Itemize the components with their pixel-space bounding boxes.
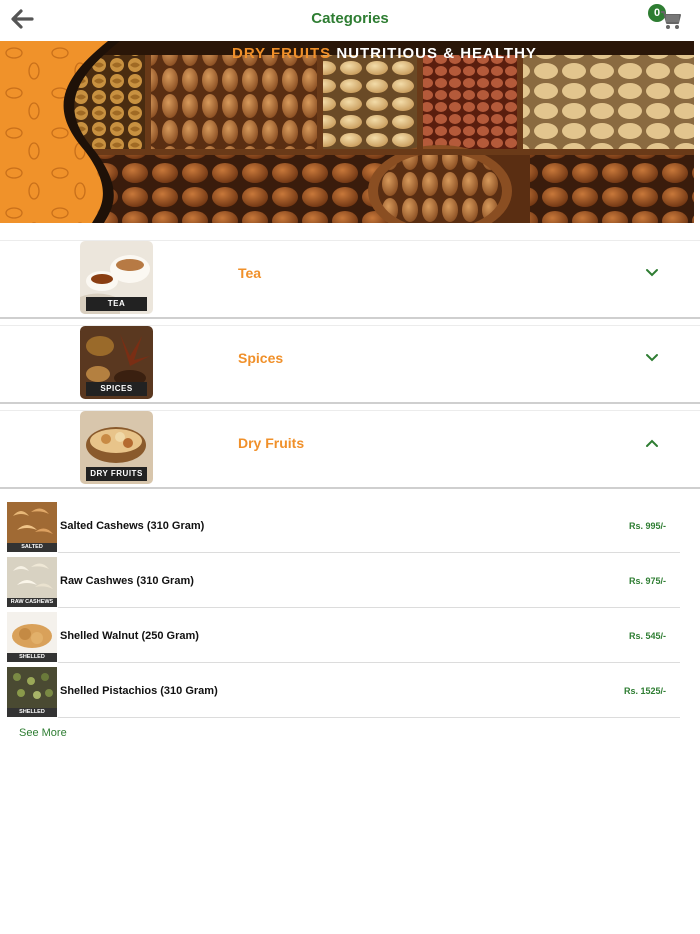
product-row[interactable]: SALTED CASHEWS Salted Cashews (310 Gram)… xyxy=(0,499,700,554)
product-thumb-label: SHELLED WALNUTS xyxy=(7,653,57,662)
banner-caption: DRY FRUITS NUTRITIOUS & HEALTHY xyxy=(232,45,537,62)
product-thumb-label: SALTED CASHEWS xyxy=(7,543,57,552)
chevron-up-icon xyxy=(646,439,658,447)
category-name: Dry Fruits xyxy=(238,435,305,451)
product-thumbnail: RAW CASHEWS xyxy=(7,557,57,607)
app-header: Categories 0 xyxy=(0,0,700,40)
product-thumbnail: SHELLED WALNUTS xyxy=(7,612,57,662)
product-price: Rs. 975/- xyxy=(628,576,666,586)
cart-icon xyxy=(661,11,681,29)
category-name: Tea xyxy=(238,265,262,281)
product-row[interactable]: SHELLED WALNUTS Shelled Walnut (250 Gram… xyxy=(0,609,700,664)
divider xyxy=(58,717,680,718)
category-thumbnail-tea: TEA xyxy=(80,241,153,314)
product-name: Raw Cashwes (310 Gram) xyxy=(60,575,194,587)
banner-caption-text: NUTRITIOUS & HEALTHY xyxy=(336,45,537,62)
product-thumb-label: SHELLED PISTACHIOS xyxy=(7,708,57,717)
chevron-down-icon xyxy=(646,354,658,362)
category-thumbnail-spices: SPICES xyxy=(80,326,153,399)
product-thumbnail: SALTED CASHEWS xyxy=(7,502,57,552)
banner-caption-highlight: DRY FRUITS xyxy=(232,45,332,62)
category-thumbnail-dry-fruits: DRY FRUITS xyxy=(80,411,153,484)
product-row[interactable]: RAW CASHEWS Raw Cashwes (310 Gram) Rs. 9… xyxy=(0,554,700,609)
product-row[interactable]: SHELLED PISTACHIOS Shelled Pistachios (3… xyxy=(0,664,700,719)
product-name: Shelled Walnut (250 Gram) xyxy=(60,630,199,642)
category-row-spices[interactable]: SPICES Spices xyxy=(0,325,700,404)
category-name: Spices xyxy=(238,350,284,366)
promo-banner[interactable]: DRY FRUITS NUTRITIOUS & HEALTHY xyxy=(0,41,694,223)
divider xyxy=(58,662,680,663)
product-name: Salted Cashews (310 Gram) xyxy=(60,520,205,532)
product-name: Shelled Pistachios (310 Gram) xyxy=(60,685,218,697)
category-row-dry-fruits[interactable]: DRY FRUITS Dry Fruits xyxy=(0,410,700,489)
page-title: Categories xyxy=(311,10,389,27)
product-price: Rs. 995/- xyxy=(628,521,666,531)
divider xyxy=(58,552,680,553)
category-row-tea[interactable]: TEA Tea xyxy=(0,240,700,319)
product-thumbnail: SHELLED PISTACHIOS xyxy=(7,667,57,717)
category-thumb-label: SPICES xyxy=(86,382,147,396)
product-thumb-label: RAW CASHEWS xyxy=(7,598,57,607)
cart-button[interactable]: 0 xyxy=(648,4,684,34)
category-thumb-label: TEA xyxy=(86,297,147,311)
product-price: Rs. 1525/- xyxy=(623,686,666,696)
banner-image xyxy=(0,41,694,223)
divider xyxy=(58,607,680,608)
see-more-link[interactable]: See More xyxy=(19,727,67,739)
chevron-down-icon xyxy=(646,269,658,277)
product-price: Rs. 545/- xyxy=(628,631,666,641)
category-thumb-label: DRY FRUITS xyxy=(86,467,147,481)
